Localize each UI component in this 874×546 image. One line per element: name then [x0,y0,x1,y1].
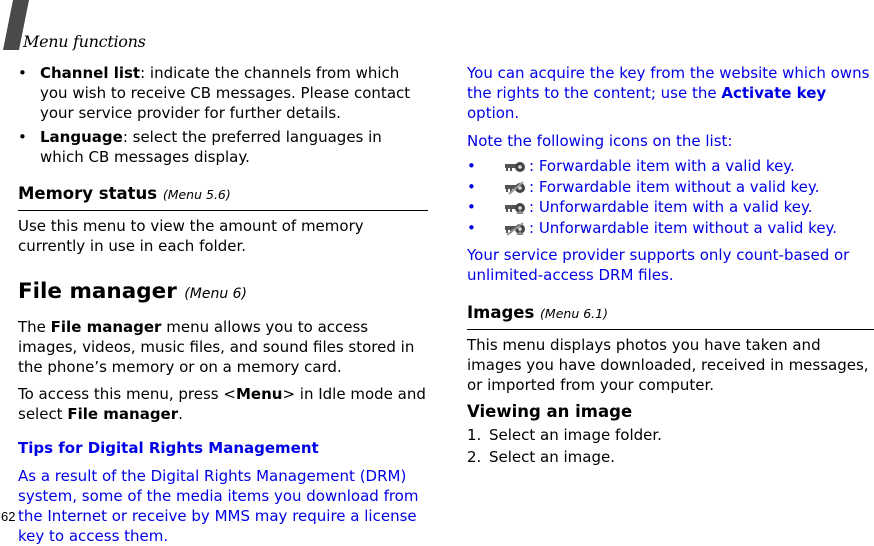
bold-text: File manager [67,405,179,423]
heading-text: Memory status [18,184,158,203]
text: To access this menu, press < [18,385,236,403]
icon-item-text: : Unforwardable item without a valid key… [529,218,838,237]
icon-item-text: : Forwardable item with a valid key. [529,157,795,175]
text: . [178,405,183,423]
key-unforwardable-valid-icon [505,203,525,214]
step-number: 2. [467,448,482,466]
bullet-language: • Language: select the preferred languag… [18,127,428,167]
file-manager-access: To access this menu, press <Menu> in Idl… [18,384,428,424]
term-language: Language [40,128,123,146]
bold-text: Activate key [721,84,827,102]
activate-key-note: You can acquire the key from the website… [467,63,874,123]
file-manager-heading: File manager (Menu 6) [18,278,428,308]
menu-number: (Menu 6.1) [540,306,608,321]
text: option. [467,104,520,122]
icon-list-item: • : Forwardable item without a valid key… [467,177,874,198]
icons-intro: Note the following icons on the list: [467,132,733,150]
memory-status-heading: Memory status (Menu 5.6) [18,183,428,211]
drm-tips-body: As a result of the Digital Rights Manage… [18,467,419,545]
page-number: 62 [1,509,16,524]
text: The [18,318,51,336]
bullet-dot: • [18,64,27,82]
step-number: 1. [467,426,482,444]
bold-text: Menu [235,385,283,403]
icon-list: • : Forwardable item with a valid key. •… [467,156,874,238]
heading-text: File manager [18,279,177,304]
key-forwardable-valid-icon [505,162,525,172]
menu-number: (Menu 6) [184,286,248,302]
left-column: • Channel list: indicate the channels fr… [18,60,428,546]
menu-number: (Menu 5.6) [162,187,231,202]
bold-text: File manager [50,318,162,336]
bullet-dot: • [18,128,27,146]
bullet-dot: • [467,157,476,175]
key-unforwardable-invalid-icon [505,221,525,236]
term-channel-list: Channel list [40,64,141,82]
icon-list-item: • : Unforwardable item without a valid k… [467,218,874,239]
step-item: 1. Select an image folder. [467,424,874,446]
icon-item-text: : Unforwardable item with a valid key. [529,198,813,216]
bullet-channel-list: • Channel list: indicate the channels fr… [18,63,428,123]
running-header: Menu functions [23,32,146,51]
icon-list-item: • : Forwardable item with a valid key. [467,156,874,177]
viewing-image-heading: Viewing an image [467,402,633,421]
key-forwardable-invalid-icon [505,180,525,195]
images-body: This menu displays photos you have taken… [467,336,869,394]
provider-note: Your service provider supports only coun… [467,246,850,284]
heading-text: Images [467,303,535,322]
file-manager-intro: The File manager menu allows you to acce… [18,317,428,377]
drm-tips-heading: Tips for Digital Rights Management [18,439,319,457]
bullet-dot: • [467,198,476,216]
memory-status-body: Use this menu to view the amount of memo… [18,217,364,255]
step-item: 2. Select an image. [467,446,874,468]
right-column: You can acquire the key from the website… [467,60,874,468]
step-text: Select an image folder. [489,426,662,444]
bullet-dot: • [467,218,476,237]
icon-list-item: • : Unforwardable item with a valid key. [467,197,874,218]
bullet-dot: • [467,177,476,196]
icon-item-text: : Forwardable item without a valid key. [529,177,820,196]
images-heading: Images (Menu 6.1) [467,302,874,330]
step-text: Select an image. [489,448,615,466]
